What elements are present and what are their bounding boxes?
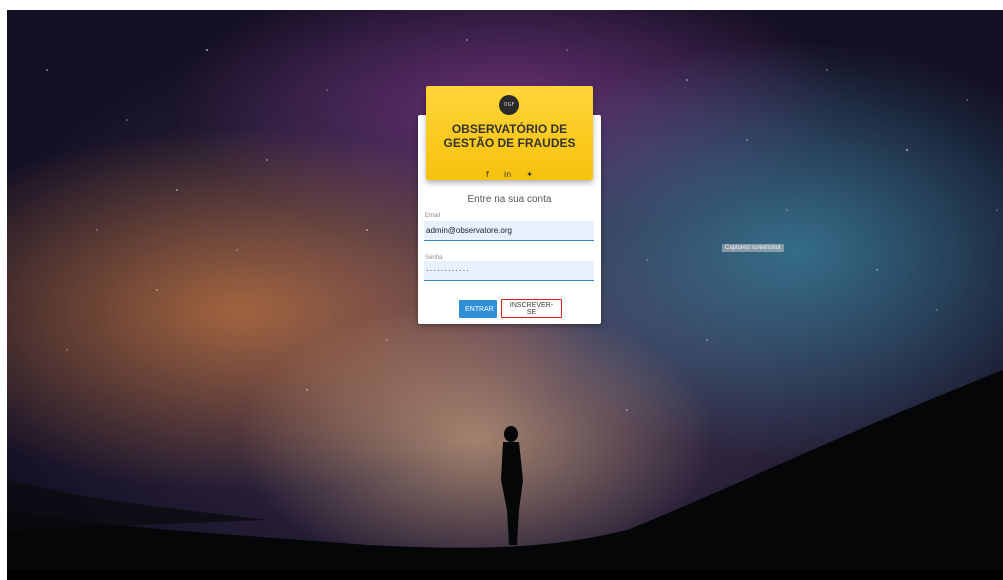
app-title-line1: OBSERVATÓRIO DE [451,122,568,136]
capture-tooltip: Captured screenshot [722,244,784,252]
facebook-icon[interactable]: f [486,170,489,179]
twitter-icon[interactable]: ✦ [526,170,533,179]
login-subtitle: Entre na sua conta [467,194,552,205]
person-silhouette [501,426,523,545]
password-field[interactable] [424,261,594,281]
logo: OGF [499,95,519,115]
app-title: OBSERVATÓRIO DE GESTÃO DE FRAUDES [426,122,593,150]
bottom-strip [7,570,1003,580]
signup-button[interactable]: INSCREVER-SE [501,299,562,318]
app-title-line2: GESTÃO DE FRAUDES [443,136,576,150]
email-field[interactable] [424,221,594,241]
email-label: Email [425,213,441,219]
linkedin-icon[interactable]: in [504,170,511,179]
login-header: OGF OBSERVATÓRIO DE GESTÃO DE FRAUDES f … [426,86,593,180]
login-button[interactable]: ENTRAR [459,300,497,318]
social-links: f in ✦ [426,162,593,181]
